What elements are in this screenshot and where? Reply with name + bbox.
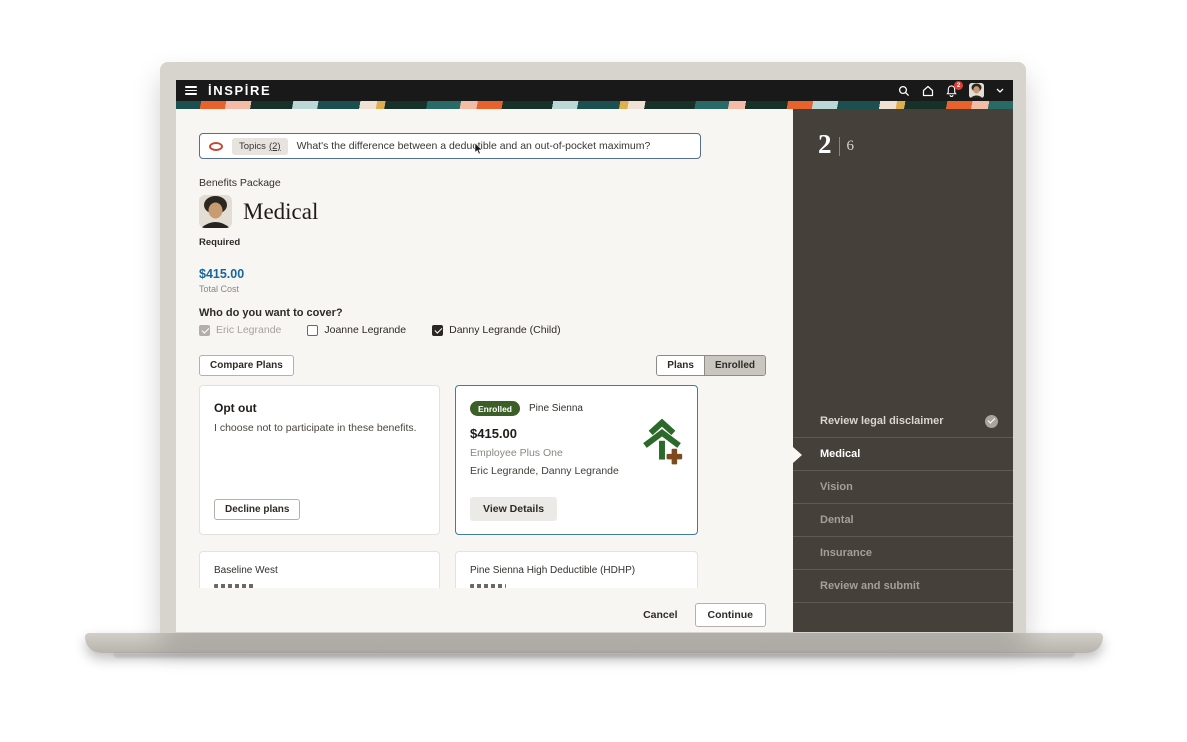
top-navigation-bar: İNSPİRE 2 bbox=[176, 80, 1013, 101]
checkbox-label: Eric Legrande bbox=[216, 324, 281, 336]
sidebar-item-medical[interactable]: Medical bbox=[793, 438, 1013, 471]
compare-plans-button[interactable]: Compare Plans bbox=[199, 355, 294, 376]
plan-name: Baseline West bbox=[214, 565, 425, 576]
topics-label: Topics bbox=[239, 141, 266, 152]
topics-count: (2) bbox=[269, 141, 281, 152]
laptop-base bbox=[85, 633, 1103, 653]
view-details-button[interactable]: View Details bbox=[470, 497, 557, 521]
checkbox-eric-legrande[interactable]: Eric Legrande bbox=[199, 324, 281, 336]
employee-avatar bbox=[199, 195, 232, 228]
page-title: Medical bbox=[243, 199, 318, 225]
current-step-number: 2 bbox=[818, 131, 832, 158]
benefits-package-label: Benefits Package bbox=[199, 177, 281, 189]
step-label: Review and submit bbox=[820, 580, 920, 592]
search-icon[interactable] bbox=[898, 85, 910, 97]
coverage-checkbox-group: Eric Legrande Joanne Legrande Danny Legr… bbox=[199, 324, 561, 336]
assistant-search-input[interactable]: Topics (2) What's the difference between… bbox=[199, 133, 701, 159]
toggle-plans[interactable]: Plans bbox=[657, 356, 704, 375]
clipped-price bbox=[214, 584, 254, 588]
checkbox-danny-legrande[interactable]: Danny Legrande (Child) bbox=[432, 324, 560, 336]
clipped-price bbox=[470, 584, 506, 588]
checkbox-label: Joanne Legrande bbox=[324, 324, 406, 336]
checkbox-icon bbox=[432, 325, 443, 336]
checkbox-icon bbox=[307, 325, 318, 336]
sidebar-item-insurance[interactable]: Insurance bbox=[793, 537, 1013, 570]
plans-enrolled-toggle: Plans Enrolled bbox=[656, 355, 766, 376]
sidebar-item-review-and-submit[interactable]: Review and submit bbox=[793, 570, 1013, 603]
enrolled-plan-card: Enrolled Pine Sienna $415.00 Employee Pl… bbox=[455, 385, 698, 535]
plan-card-baseline-west: Baseline West bbox=[199, 551, 440, 588]
total-cost-value: $415.00 bbox=[199, 267, 244, 281]
app-window: İNSPİRE 2 bbox=[176, 80, 1013, 632]
opt-out-card: Opt out I choose not to participate in t… bbox=[199, 385, 440, 535]
mouse-cursor bbox=[474, 142, 483, 160]
oracle-logo-icon bbox=[209, 142, 223, 151]
sidebar-item-vision[interactable]: Vision bbox=[793, 471, 1013, 504]
plan-name: Pine Sienna bbox=[529, 403, 583, 414]
main-content: Topics (2) What's the difference between… bbox=[176, 109, 793, 632]
step-label: Insurance bbox=[820, 547, 872, 559]
step-label: Review legal disclaimer bbox=[820, 415, 944, 427]
coverage-question: Who do you want to cover? bbox=[199, 307, 343, 319]
home-icon[interactable] bbox=[922, 85, 934, 97]
opt-out-description: I choose not to participate in these ben… bbox=[214, 422, 425, 434]
decorative-pattern-strip bbox=[176, 101, 1013, 109]
step-label: Medical bbox=[820, 448, 860, 460]
bell-icon[interactable]: 2 bbox=[946, 85, 957, 97]
step-label: Vision bbox=[820, 481, 853, 493]
notification-badge: 2 bbox=[954, 81, 963, 90]
plan-name: Pine Sienna High Deductible (HDHP) bbox=[470, 565, 683, 576]
plan-card-pine-sienna-hdhp: Pine Sienna High Deductible (HDHP) bbox=[455, 551, 698, 588]
menu-icon[interactable] bbox=[185, 86, 197, 95]
total-cost-label: Total Cost bbox=[199, 284, 239, 294]
continue-button[interactable]: Continue bbox=[695, 603, 767, 627]
decline-plans-button[interactable]: Decline plans bbox=[214, 499, 300, 520]
steps-sidebar: 2 6 Review legal disclaimer Medical Visi… bbox=[793, 109, 1013, 632]
checkbox-joanne-legrande[interactable]: Joanne Legrande bbox=[307, 324, 406, 336]
app-logo: İNSPİRE bbox=[208, 83, 271, 98]
step-counter-divider bbox=[839, 137, 840, 156]
sidebar-item-review-legal-disclaimer[interactable]: Review legal disclaimer bbox=[793, 405, 1013, 438]
cancel-button[interactable]: Cancel bbox=[643, 609, 677, 621]
active-step-arrow bbox=[793, 447, 802, 463]
chevron-down-icon[interactable] bbox=[996, 88, 1004, 93]
enrolled-badge: Enrolled bbox=[470, 401, 520, 416]
step-label: Dental bbox=[820, 514, 854, 526]
toggle-enrolled[interactable]: Enrolled bbox=[704, 356, 765, 375]
opt-out-title: Opt out bbox=[214, 401, 425, 415]
checkbox-label: Danny Legrande (Child) bbox=[449, 324, 560, 336]
sidebar-item-dental[interactable]: Dental bbox=[793, 504, 1013, 537]
required-label: Required bbox=[199, 237, 240, 248]
checkbox-icon bbox=[199, 325, 210, 336]
step-counter: 2 6 bbox=[818, 131, 854, 158]
total-step-number: 6 bbox=[847, 138, 855, 155]
check-circle-icon bbox=[985, 415, 998, 428]
pine-tree-icon bbox=[640, 416, 684, 471]
topics-filter-chip[interactable]: Topics (2) bbox=[232, 138, 288, 155]
user-avatar[interactable] bbox=[969, 83, 984, 98]
steps-list: Review legal disclaimer Medical Vision D… bbox=[793, 405, 1013, 603]
